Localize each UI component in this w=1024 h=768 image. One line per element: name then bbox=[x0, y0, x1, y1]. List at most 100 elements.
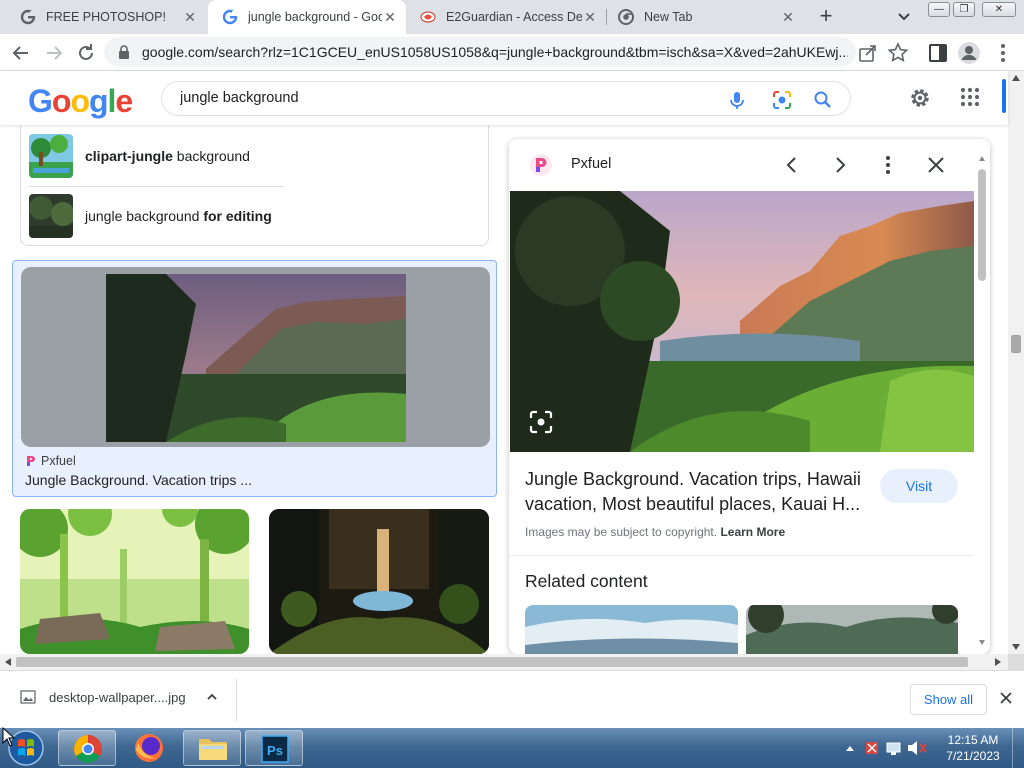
share-icon[interactable] bbox=[856, 41, 880, 65]
google-apps-icon[interactable] bbox=[960, 87, 980, 107]
address-bar[interactable]: google.com/search?rlz=1C1GCEU_enUS1058US… bbox=[104, 37, 856, 67]
show-all-button[interactable]: Show all bbox=[910, 684, 987, 715]
close-tab-icon[interactable]: ✕ bbox=[382, 9, 398, 25]
divider bbox=[509, 555, 974, 556]
svg-text:Ps: Ps bbox=[267, 743, 283, 758]
chevron-up-icon[interactable] bbox=[206, 691, 218, 703]
next-image-icon[interactable] bbox=[828, 153, 852, 177]
google-logo[interactable]: Google bbox=[28, 83, 133, 120]
result-title[interactable]: Jungle Background. Vacation trips ... bbox=[25, 472, 252, 488]
restore-button[interactable]: ❐ bbox=[953, 2, 975, 17]
pxfuel-logo-icon bbox=[27, 456, 35, 466]
tab-strip: FREE PHOTOSHOP! ✕ jungle background - Go… bbox=[0, 0, 1024, 34]
reload-icon[interactable] bbox=[74, 41, 98, 65]
tab-title: New Tab bbox=[644, 10, 693, 24]
learn-more-link[interactable]: Learn More bbox=[720, 525, 785, 539]
panel-header: Pxfuel bbox=[509, 139, 990, 191]
mouse-cursor-icon bbox=[2, 727, 16, 747]
panel-image-title[interactable]: Jungle Background. Vacation trips, Hawai… bbox=[525, 467, 870, 517]
divider bbox=[29, 186, 284, 187]
close-window-button[interactable]: ✕ bbox=[982, 2, 1016, 17]
related-content-image[interactable] bbox=[525, 605, 738, 654]
tab-new-tab[interactable]: New Tab ✕ bbox=[604, 0, 804, 34]
search-input[interactable] bbox=[180, 90, 720, 106]
tab-e2guardian[interactable]: E2Guardian - Access Den ✕ bbox=[406, 0, 606, 34]
taskbar-chrome[interactable] bbox=[58, 730, 116, 766]
volume-muted-icon bbox=[908, 741, 927, 755]
waterfall-jungle-result-image[interactable] bbox=[269, 509, 489, 654]
sign-in-indicator bbox=[1002, 79, 1006, 113]
vertical-scroll-track[interactable] bbox=[1008, 71, 1024, 654]
page-vertical-scrollbar[interactable] bbox=[1008, 71, 1024, 654]
profile-avatar-icon[interactable] bbox=[957, 41, 981, 65]
close-panel-icon[interactable] bbox=[924, 153, 948, 177]
result-image-frame[interactable] bbox=[21, 267, 490, 447]
settings-gear-icon[interactable] bbox=[908, 86, 932, 110]
copyright-notice: Images may be subject to copyright. Lear… bbox=[525, 525, 786, 539]
close-download-bar-icon[interactable] bbox=[998, 690, 1014, 706]
related-search-clipart-jungle[interactable]: clipart-jungle background bbox=[29, 134, 329, 178]
tab-search-chevron-icon[interactable] bbox=[894, 8, 914, 26]
download-item[interactable]: desktop-wallpaper....jpg bbox=[20, 689, 218, 705]
system-clock[interactable]: 12:15 AM 7/21/2023 bbox=[940, 732, 1006, 764]
related-search-label: jungle background for editing bbox=[85, 208, 272, 224]
result-source[interactable]: Pxfuel bbox=[25, 454, 76, 468]
clock-date: 7/21/2023 bbox=[946, 749, 1000, 763]
side-panel-icon[interactable] bbox=[926, 41, 950, 65]
more-options-icon[interactable] bbox=[876, 153, 900, 177]
related-search-for-editing[interactable]: jungle background for editing bbox=[29, 194, 329, 238]
show-desktop-button[interactable] bbox=[1012, 728, 1024, 768]
folder-icon bbox=[199, 739, 227, 760]
download-filename[interactable]: desktop-wallpaper....jpg bbox=[49, 690, 186, 705]
url-text[interactable]: google.com/search?rlz=1C1GCEU_enUS1058US… bbox=[142, 44, 848, 60]
tab-jungle-background[interactable]: jungle background - Goo ✕ bbox=[208, 0, 406, 34]
tab-free-photoshop[interactable]: FREE PHOTOSHOP! ✕ bbox=[6, 0, 206, 34]
pxfuel-logo-icon[interactable] bbox=[529, 153, 553, 177]
horizontal-scroll-track[interactable] bbox=[0, 654, 1008, 670]
visit-button[interactable]: Visit bbox=[880, 469, 958, 503]
microphone-icon[interactable] bbox=[726, 89, 748, 111]
divider bbox=[236, 679, 237, 721]
previous-image-icon[interactable] bbox=[780, 153, 804, 177]
taskbar-photoshop[interactable]: Ps bbox=[245, 730, 303, 766]
selected-image-result[interactable]: Pxfuel Jungle Background. Vacation trips… bbox=[12, 260, 497, 497]
lens-search-icon[interactable] bbox=[526, 407, 556, 437]
back-icon[interactable] bbox=[9, 41, 33, 65]
clock-time: 12:15 AM bbox=[947, 733, 999, 747]
minimize-button[interactable]: — bbox=[928, 2, 950, 17]
more-menu-icon[interactable] bbox=[991, 41, 1015, 65]
lock-icon[interactable] bbox=[118, 45, 130, 59]
panel-scrollbar[interactable] bbox=[976, 153, 988, 648]
tab-title: E2Guardian - Access Den bbox=[446, 10, 582, 24]
tray-icons[interactable] bbox=[842, 732, 937, 764]
close-tab-icon[interactable]: ✕ bbox=[182, 9, 198, 25]
network-icon bbox=[886, 742, 901, 755]
system-tray bbox=[842, 732, 937, 764]
panel-source-name[interactable]: Pxfuel bbox=[571, 156, 611, 172]
panel-scrollbar-track[interactable] bbox=[976, 153, 988, 648]
taskbar-firefox[interactable] bbox=[120, 730, 178, 766]
close-tab-icon[interactable]: ✕ bbox=[582, 9, 598, 25]
forward-icon[interactable] bbox=[42, 41, 66, 65]
panel-main-image[interactable] bbox=[510, 191, 974, 452]
new-tab-button[interactable]: + bbox=[814, 5, 838, 29]
search-icon[interactable] bbox=[812, 89, 834, 111]
jungle-landscape-thumbnail[interactable] bbox=[106, 274, 406, 442]
search-box[interactable] bbox=[161, 81, 851, 116]
image-preview-panel: Pxfuel Jungle Background. Vacation trips… bbox=[509, 139, 990, 654]
jungle-landscape-image[interactable] bbox=[510, 191, 974, 452]
cartoon-jungle-result-image[interactable] bbox=[20, 509, 249, 654]
action-center-flag-icon bbox=[866, 742, 878, 754]
related-search-label: clipart-jungle background bbox=[85, 148, 250, 164]
page-horizontal-scrollbar[interactable] bbox=[0, 654, 1008, 670]
photoshop-icon: Ps bbox=[261, 735, 289, 763]
google-header: Google bbox=[0, 71, 1008, 125]
chrome-icon bbox=[74, 735, 102, 763]
google-lens-icon[interactable] bbox=[771, 89, 793, 111]
taskbar-file-explorer[interactable] bbox=[183, 730, 241, 766]
close-tab-icon[interactable]: ✕ bbox=[780, 9, 796, 25]
related-content-heading: Related content bbox=[525, 571, 648, 591]
related-content-image[interactable] bbox=[746, 605, 958, 654]
bookmark-star-icon[interactable] bbox=[886, 41, 910, 65]
tab-title: FREE PHOTOSHOP! bbox=[46, 10, 166, 24]
